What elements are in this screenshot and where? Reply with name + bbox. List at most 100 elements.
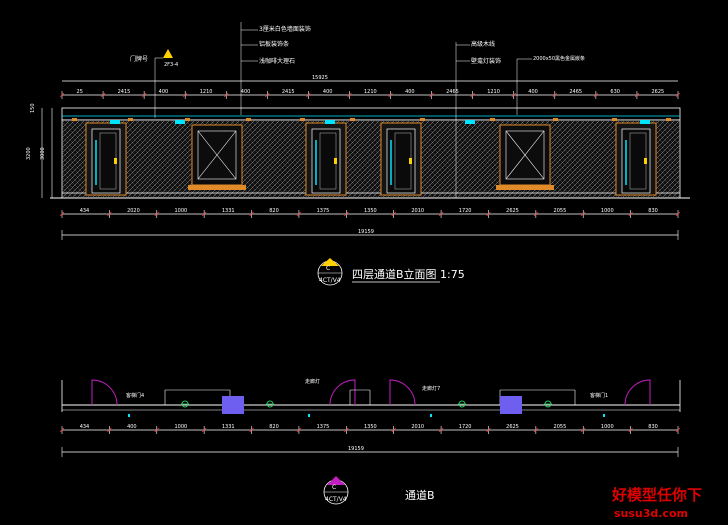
door-callout-flag — [163, 49, 173, 58]
ceiling-band — [61, 107, 681, 121]
height-dim-2: 3200 — [26, 147, 32, 160]
ceiling-fixture — [553, 118, 558, 121]
wall-light — [325, 120, 335, 124]
wall-hatching — [62, 121, 680, 197]
door-handle — [334, 158, 337, 164]
dim-label: 2415 — [118, 89, 131, 95]
title-code-top: C — [326, 265, 330, 272]
plan-label-4: 客梯门1 — [590, 392, 608, 399]
plan-title-code-bottom: 4CT/V4 — [325, 496, 347, 503]
dim-label: 630 — [610, 89, 620, 95]
dim-label: 1210 — [200, 89, 213, 95]
top-dim-labels: 25 2415 400 1210 400 2415 400 1210 400 2465 1210 40… — [77, 89, 665, 95]
door-handle — [409, 158, 412, 164]
dim-label: 2625 — [651, 89, 664, 95]
dim-label: 434 — [80, 208, 90, 214]
watermark-line2: susu3d.com — [614, 507, 688, 520]
dim-label: 820 — [269, 208, 279, 214]
ceiling-fixture — [350, 118, 355, 121]
annotation-2: 铝板装饰条 — [259, 40, 289, 48]
dim-label: 2625 — [506, 208, 519, 214]
plan-dim-labels: 434 400 1000 1331 820 1375 1350 2010 1720 2625 205… — [80, 424, 658, 430]
dim-label: 1000 — [174, 208, 187, 214]
ceiling-fixture — [612, 118, 617, 121]
plan-label-1: 客梯门4 — [126, 392, 144, 399]
dim-label: 25 — [77, 89, 83, 95]
wall-light — [175, 120, 185, 124]
dim-label: 400 — [241, 89, 251, 95]
dim-label: 2465 — [569, 89, 582, 95]
door-swing — [91, 379, 118, 406]
title-code-bottom: 4CT/V4 — [319, 277, 341, 284]
plan-label-2: 走廊灯 — [305, 378, 320, 385]
plan-pin — [308, 414, 310, 417]
plan-title: 通道B — [405, 488, 435, 502]
dim-label: 820 — [269, 424, 279, 430]
watermark-line1: 好模型任你下 — [611, 486, 702, 504]
dim-label: 1720 — [459, 424, 472, 430]
elevation-view: 15925 25 2415 400 1210 400 2415 400 1210 400 2465… — [26, 22, 690, 286]
overall-dim-top: 15925 — [312, 75, 328, 81]
dim-label: 1210 — [364, 89, 377, 95]
dim-label: 1000 — [601, 424, 614, 430]
dim-label: 2020 — [127, 208, 140, 214]
dim-label: 1720 — [459, 208, 472, 214]
xpanel-base — [496, 185, 554, 190]
dim-label: 1350 — [364, 424, 377, 430]
dim-label: 2415 — [282, 89, 295, 95]
door-callout-code: 2F3-4 — [164, 62, 178, 68]
dim-label: 1210 — [487, 89, 500, 95]
ceiling-fixture — [300, 118, 305, 121]
dim-label: 1375 — [317, 424, 330, 430]
dim-label: 434 — [80, 424, 90, 430]
ceiling-fixture — [666, 118, 671, 121]
plan-blue-block — [222, 396, 244, 414]
dim-label: 1000 — [601, 208, 614, 214]
plan-view: 客梯门4 走廊灯 走廊灯7 客梯门1 434 400 1000 1331 820 1375… — [59, 378, 681, 505]
plan-blue-block — [500, 396, 522, 414]
dim-label: 1000 — [174, 424, 187, 430]
xpanel-base — [188, 185, 246, 190]
bottom-dim-labels: 434 2020 1000 1331 820 1375 1350 2010 1720 2625 20… — [80, 208, 658, 214]
wall-light — [465, 120, 475, 124]
dim-label: 400 — [528, 89, 538, 95]
overall-dim-bottom: 19159 — [358, 229, 374, 235]
dim-label: 1331 — [222, 424, 235, 430]
annotation-1: 3厘米白色墙面装饰 — [259, 25, 311, 33]
dim-label: 400 — [323, 89, 333, 95]
ceiling-fixture — [246, 118, 251, 121]
ceiling-fixture — [128, 118, 133, 121]
plan-overall-dim: 19159 — [348, 446, 364, 452]
plan-label-3: 走廊灯7 — [422, 385, 440, 392]
ceiling-fixture — [420, 118, 425, 121]
door-number-label: 门牌号 — [130, 55, 148, 63]
door-swing — [329, 379, 356, 406]
dim-label: 2055 — [554, 424, 567, 430]
dim-label: 1375 — [317, 208, 330, 214]
dim-label: 2465 — [446, 89, 459, 95]
ceiling-fixture — [490, 118, 495, 121]
wall-light — [110, 120, 120, 124]
dim-label: 2625 — [506, 424, 519, 430]
dim-label: 830 — [648, 424, 658, 430]
wall-light — [640, 120, 650, 124]
annotation-3: 浅咖啡大理石 — [259, 57, 295, 65]
ceiling-fixture — [185, 118, 190, 121]
elevation-title: 四层通道B立面图 1:75 — [352, 267, 465, 281]
dim-label: 400 — [127, 424, 137, 430]
plan-elements — [91, 379, 651, 417]
annotation-6: 2000x50黑色金属嵌条 — [533, 55, 585, 62]
annotation-4: 高级木线 — [471, 40, 495, 48]
ceiling-fixture — [72, 118, 77, 121]
door-handle — [644, 158, 647, 164]
dim-label: 830 — [648, 208, 658, 214]
height-dim-3: 3000 — [40, 147, 46, 160]
plan-pin — [603, 414, 605, 417]
dim-label: 400 — [159, 89, 169, 95]
dim-label: 2010 — [411, 208, 424, 214]
plan-pin — [430, 414, 432, 417]
door-handle — [114, 158, 117, 164]
height-dim-1: 150 — [30, 103, 36, 113]
door-swing — [389, 379, 416, 406]
plan-pin — [128, 414, 130, 417]
